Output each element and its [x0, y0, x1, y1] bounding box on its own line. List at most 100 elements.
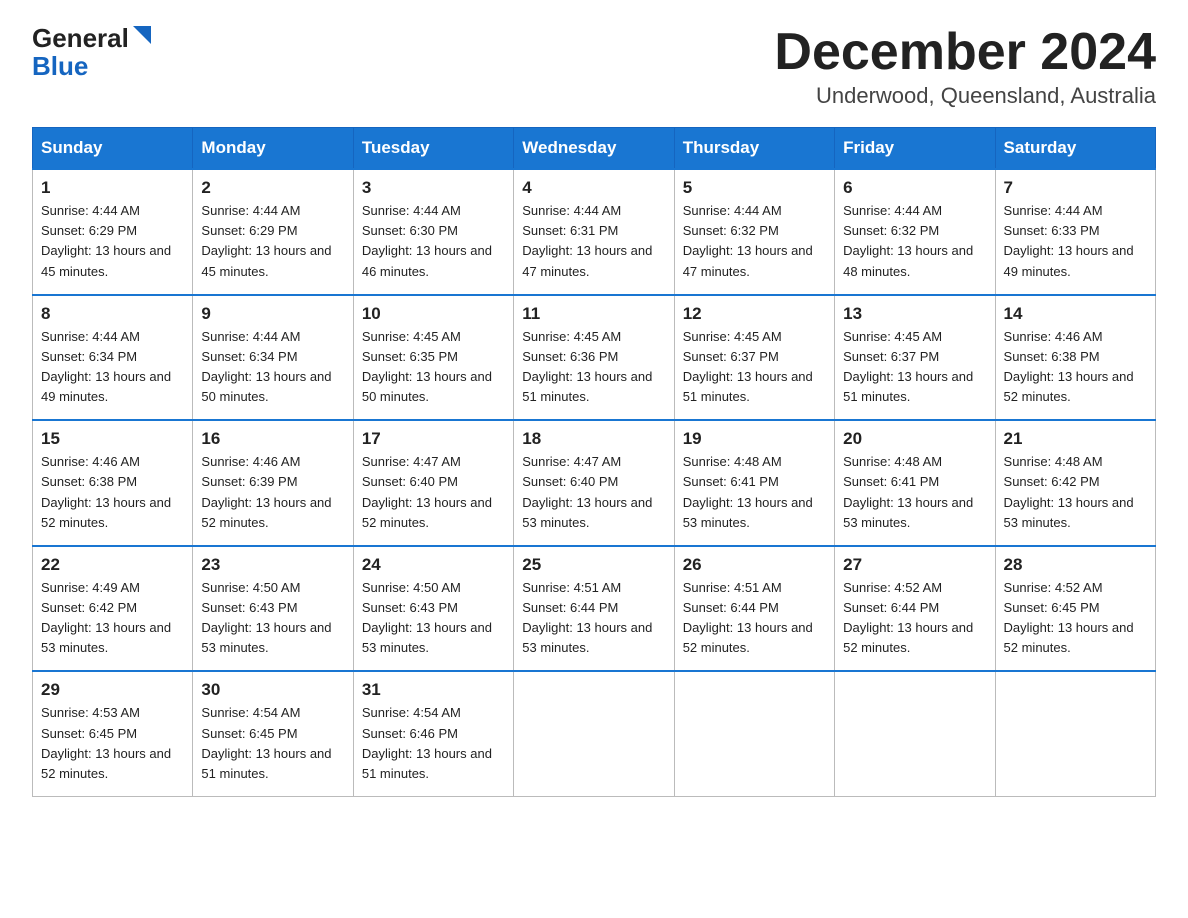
day-number: 16 [201, 429, 344, 449]
day-number: 11 [522, 304, 665, 324]
table-row: 22 Sunrise: 4:49 AMSunset: 6:42 PMDaylig… [33, 546, 193, 672]
day-info: Sunrise: 4:44 AMSunset: 6:32 PMDaylight:… [843, 203, 973, 278]
table-row: 28 Sunrise: 4:52 AMSunset: 6:45 PMDaylig… [995, 546, 1155, 672]
day-number: 13 [843, 304, 986, 324]
day-info: Sunrise: 4:45 AMSunset: 6:36 PMDaylight:… [522, 329, 652, 404]
table-row: 2 Sunrise: 4:44 AMSunset: 6:29 PMDayligh… [193, 169, 353, 295]
day-number: 9 [201, 304, 344, 324]
day-number: 22 [41, 555, 184, 575]
day-info: Sunrise: 4:44 AMSunset: 6:29 PMDaylight:… [41, 203, 171, 278]
day-number: 7 [1004, 178, 1147, 198]
day-number: 2 [201, 178, 344, 198]
table-row [995, 671, 1155, 796]
day-info: Sunrise: 4:45 AMSunset: 6:37 PMDaylight:… [843, 329, 973, 404]
day-number: 26 [683, 555, 826, 575]
day-number: 19 [683, 429, 826, 449]
day-info: Sunrise: 4:51 AMSunset: 6:44 PMDaylight:… [683, 580, 813, 655]
day-number: 5 [683, 178, 826, 198]
day-info: Sunrise: 4:54 AMSunset: 6:45 PMDaylight:… [201, 705, 331, 780]
logo-triangle-icon [131, 24, 153, 46]
calendar-week-row: 22 Sunrise: 4:49 AMSunset: 6:42 PMDaylig… [33, 546, 1156, 672]
day-info: Sunrise: 4:50 AMSunset: 6:43 PMDaylight:… [362, 580, 492, 655]
day-number: 28 [1004, 555, 1147, 575]
day-info: Sunrise: 4:53 AMSunset: 6:45 PMDaylight:… [41, 705, 171, 780]
day-info: Sunrise: 4:44 AMSunset: 6:33 PMDaylight:… [1004, 203, 1134, 278]
header-sunday: Sunday [33, 128, 193, 170]
table-row: 18 Sunrise: 4:47 AMSunset: 6:40 PMDaylig… [514, 420, 674, 546]
table-row: 7 Sunrise: 4:44 AMSunset: 6:33 PMDayligh… [995, 169, 1155, 295]
day-info: Sunrise: 4:44 AMSunset: 6:32 PMDaylight:… [683, 203, 813, 278]
table-row: 29 Sunrise: 4:53 AMSunset: 6:45 PMDaylig… [33, 671, 193, 796]
day-info: Sunrise: 4:51 AMSunset: 6:44 PMDaylight:… [522, 580, 652, 655]
table-row: 19 Sunrise: 4:48 AMSunset: 6:41 PMDaylig… [674, 420, 834, 546]
day-info: Sunrise: 4:52 AMSunset: 6:44 PMDaylight:… [843, 580, 973, 655]
day-number: 1 [41, 178, 184, 198]
day-number: 3 [362, 178, 505, 198]
weekday-header-row: Sunday Monday Tuesday Wednesday Thursday… [33, 128, 1156, 170]
day-info: Sunrise: 4:44 AMSunset: 6:34 PMDaylight:… [201, 329, 331, 404]
day-number: 20 [843, 429, 986, 449]
table-row: 17 Sunrise: 4:47 AMSunset: 6:40 PMDaylig… [353, 420, 513, 546]
calendar-week-row: 15 Sunrise: 4:46 AMSunset: 6:38 PMDaylig… [33, 420, 1156, 546]
day-info: Sunrise: 4:46 AMSunset: 6:38 PMDaylight:… [41, 454, 171, 529]
day-number: 21 [1004, 429, 1147, 449]
table-row: 9 Sunrise: 4:44 AMSunset: 6:34 PMDayligh… [193, 295, 353, 421]
day-info: Sunrise: 4:48 AMSunset: 6:41 PMDaylight:… [843, 454, 973, 529]
day-number: 12 [683, 304, 826, 324]
day-number: 23 [201, 555, 344, 575]
table-row: 12 Sunrise: 4:45 AMSunset: 6:37 PMDaylig… [674, 295, 834, 421]
table-row: 1 Sunrise: 4:44 AMSunset: 6:29 PMDayligh… [33, 169, 193, 295]
logo: General Blue [32, 24, 153, 82]
day-info: Sunrise: 4:44 AMSunset: 6:31 PMDaylight:… [522, 203, 652, 278]
table-row: 13 Sunrise: 4:45 AMSunset: 6:37 PMDaylig… [835, 295, 995, 421]
day-info: Sunrise: 4:48 AMSunset: 6:42 PMDaylight:… [1004, 454, 1134, 529]
table-row: 15 Sunrise: 4:46 AMSunset: 6:38 PMDaylig… [33, 420, 193, 546]
table-row: 20 Sunrise: 4:48 AMSunset: 6:41 PMDaylig… [835, 420, 995, 546]
day-info: Sunrise: 4:46 AMSunset: 6:39 PMDaylight:… [201, 454, 331, 529]
day-number: 27 [843, 555, 986, 575]
day-info: Sunrise: 4:47 AMSunset: 6:40 PMDaylight:… [362, 454, 492, 529]
calendar-week-row: 29 Sunrise: 4:53 AMSunset: 6:45 PMDaylig… [33, 671, 1156, 796]
day-info: Sunrise: 4:45 AMSunset: 6:35 PMDaylight:… [362, 329, 492, 404]
table-row: 24 Sunrise: 4:50 AMSunset: 6:43 PMDaylig… [353, 546, 513, 672]
header-wednesday: Wednesday [514, 128, 674, 170]
table-row: 4 Sunrise: 4:44 AMSunset: 6:31 PMDayligh… [514, 169, 674, 295]
day-number: 6 [843, 178, 986, 198]
page-header: General Blue December 2024 Underwood, Qu… [32, 24, 1156, 109]
table-row: 21 Sunrise: 4:48 AMSunset: 6:42 PMDaylig… [995, 420, 1155, 546]
day-number: 30 [201, 680, 344, 700]
day-info: Sunrise: 4:44 AMSunset: 6:34 PMDaylight:… [41, 329, 171, 404]
month-title: December 2024 [774, 24, 1156, 81]
table-row: 31 Sunrise: 4:54 AMSunset: 6:46 PMDaylig… [353, 671, 513, 796]
day-info: Sunrise: 4:47 AMSunset: 6:40 PMDaylight:… [522, 454, 652, 529]
day-info: Sunrise: 4:50 AMSunset: 6:43 PMDaylight:… [201, 580, 331, 655]
day-number: 17 [362, 429, 505, 449]
day-number: 14 [1004, 304, 1147, 324]
day-info: Sunrise: 4:44 AMSunset: 6:30 PMDaylight:… [362, 203, 492, 278]
day-number: 10 [362, 304, 505, 324]
header-saturday: Saturday [995, 128, 1155, 170]
table-row: 11 Sunrise: 4:45 AMSunset: 6:36 PMDaylig… [514, 295, 674, 421]
table-row: 8 Sunrise: 4:44 AMSunset: 6:34 PMDayligh… [33, 295, 193, 421]
table-row: 5 Sunrise: 4:44 AMSunset: 6:32 PMDayligh… [674, 169, 834, 295]
day-number: 24 [362, 555, 505, 575]
table-row: 10 Sunrise: 4:45 AMSunset: 6:35 PMDaylig… [353, 295, 513, 421]
table-row: 6 Sunrise: 4:44 AMSunset: 6:32 PMDayligh… [835, 169, 995, 295]
day-info: Sunrise: 4:54 AMSunset: 6:46 PMDaylight:… [362, 705, 492, 780]
calendar-week-row: 1 Sunrise: 4:44 AMSunset: 6:29 PMDayligh… [33, 169, 1156, 295]
title-block: December 2024 Underwood, Queensland, Aus… [774, 24, 1156, 109]
location-title: Underwood, Queensland, Australia [774, 83, 1156, 109]
day-number: 8 [41, 304, 184, 324]
table-row: 23 Sunrise: 4:50 AMSunset: 6:43 PMDaylig… [193, 546, 353, 672]
day-number: 4 [522, 178, 665, 198]
day-number: 25 [522, 555, 665, 575]
logo-blue-text: Blue [32, 51, 88, 81]
day-info: Sunrise: 4:48 AMSunset: 6:41 PMDaylight:… [683, 454, 813, 529]
table-row: 27 Sunrise: 4:52 AMSunset: 6:44 PMDaylig… [835, 546, 995, 672]
day-number: 29 [41, 680, 184, 700]
day-info: Sunrise: 4:45 AMSunset: 6:37 PMDaylight:… [683, 329, 813, 404]
header-friday: Friday [835, 128, 995, 170]
header-monday: Monday [193, 128, 353, 170]
header-thursday: Thursday [674, 128, 834, 170]
day-info: Sunrise: 4:44 AMSunset: 6:29 PMDaylight:… [201, 203, 331, 278]
